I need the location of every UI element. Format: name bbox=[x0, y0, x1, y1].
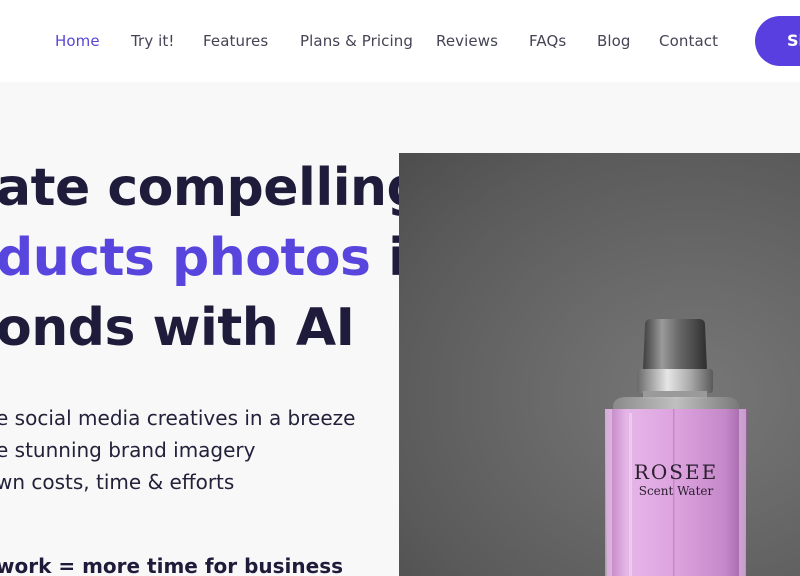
nav-link-blog[interactable]: Blog bbox=[597, 31, 631, 51]
nav-link-try-it[interactable]: Try it! bbox=[131, 31, 175, 51]
signup-button[interactable]: Si bbox=[755, 16, 800, 66]
hero-headline-line-2: ducts photos in bbox=[0, 226, 442, 290]
product-photo: ROSEE Scent Water bbox=[399, 153, 800, 576]
bottle-brand-text: ROSEE bbox=[634, 460, 718, 484]
nav-link-faqs[interactable]: FAQs bbox=[529, 31, 566, 51]
nav-link-reviews[interactable]: Reviews bbox=[436, 31, 498, 51]
hero-tagline: work = more time for business bbox=[0, 554, 344, 576]
bottle-cap bbox=[643, 319, 707, 371]
top-navbar: Home Try it! Features Plans & Pricing Re… bbox=[0, 0, 800, 82]
nav-link-contact[interactable]: Contact bbox=[659, 31, 718, 51]
hero-bullet-2: e stunning brand imagery bbox=[0, 438, 256, 462]
hero-headline-line-1: ate compelling bbox=[0, 158, 424, 218]
bottle-neck bbox=[637, 369, 713, 393]
perfume-bottle-illustration: ROSEE Scent Water bbox=[605, 319, 747, 576]
nav-link-features[interactable]: Features bbox=[203, 31, 268, 51]
nav-link-plans-pricing[interactable]: Plans & Pricing bbox=[300, 31, 413, 51]
hero-headline-accent: ducts photos bbox=[0, 228, 371, 288]
bottle-subtitle-text: Scent Water bbox=[639, 484, 714, 498]
signup-button-label: Si bbox=[787, 31, 800, 50]
nav-link-home[interactable]: Home bbox=[55, 31, 100, 51]
page: Home Try it! Features Plans & Pricing Re… bbox=[0, 0, 800, 576]
hero-bullet-3: wn costs, time & efforts bbox=[0, 470, 235, 494]
hero-bullet-1: e social media creatives in a breeze bbox=[0, 406, 356, 430]
hero-headline-line-3: onds with AI bbox=[0, 298, 355, 358]
